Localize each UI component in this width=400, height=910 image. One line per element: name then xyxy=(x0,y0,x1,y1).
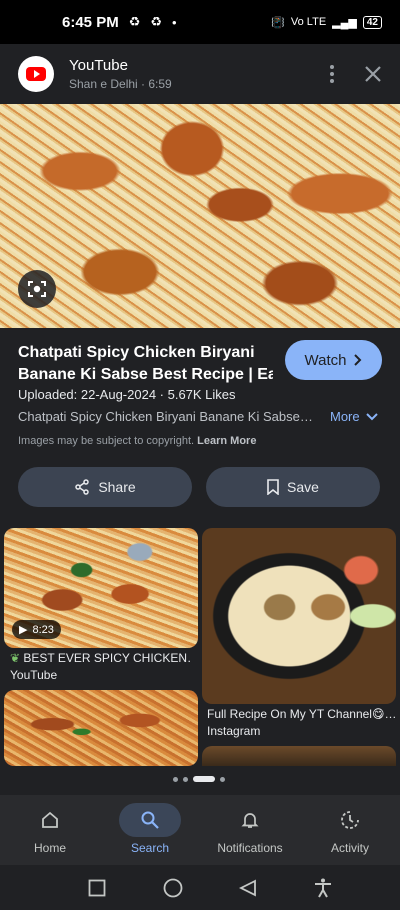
youtube-logo-icon xyxy=(18,56,54,92)
accessibility-icon[interactable] xyxy=(314,878,332,898)
save-button[interactable]: Save xyxy=(206,467,380,507)
home-circle-icon[interactable] xyxy=(163,878,183,898)
result-description: Chatpati Spicy Chicken Biryani Banane Ki… xyxy=(18,409,313,424)
share-icon xyxy=(75,479,90,495)
nav-home[interactable]: Home xyxy=(0,795,100,865)
battery-icon: 42 xyxy=(362,15,382,29)
result-title-line1[interactable]: Chatpati Spicy Chicken Biryani xyxy=(18,342,273,364)
source-title: YouTube xyxy=(69,57,128,74)
bottom-nav: Home Search Notifications Activity xyxy=(0,795,400,865)
copyright-notice: Images may be subject to copyright. Lear… xyxy=(18,435,257,447)
recents-icon[interactable] xyxy=(88,879,106,897)
status-time: 6:45 PM xyxy=(62,13,119,31)
learn-more-link[interactable]: Learn More xyxy=(197,435,256,447)
dot-icon: • xyxy=(172,14,177,30)
bookmark-icon xyxy=(267,479,279,495)
related-source-2: Instagram xyxy=(207,724,261,738)
more-button[interactable]: More xyxy=(330,409,378,424)
related-source-1: YouTube xyxy=(10,668,58,682)
related-image-2[interactable] xyxy=(202,528,396,704)
share-label: Share xyxy=(98,479,136,495)
related-caption-1[interactable]: ❦ BEST EVER SPICY CHICKEN… xyxy=(10,651,190,665)
page-indicator xyxy=(173,776,225,782)
network-label: Vo LTE xyxy=(290,16,327,28)
watch-button[interactable]: Watch xyxy=(285,340,382,380)
source-header: YouTube Shan e Delhi · 6:59 xyxy=(0,44,400,104)
chevron-down-icon xyxy=(365,412,378,420)
play-icon: ▶ xyxy=(19,624,28,636)
lens-button[interactable] xyxy=(18,270,56,308)
related-image-4[interactable] xyxy=(202,746,396,766)
status-bar: 6:45 PM ♻ ♻ • 📳 Vo LTE ▂▄▆ 42 xyxy=(0,0,400,44)
signal-icon: ▂▄▆ xyxy=(332,16,357,29)
search-icon xyxy=(141,811,159,829)
home-icon xyxy=(42,811,58,828)
related-caption-2[interactable]: Full Recipe On My YT Channel😋… xyxy=(207,707,397,721)
result-meta: Uploaded: 22-Aug-2024 · 5.67K Likes xyxy=(18,387,236,402)
related-image-3[interactable] xyxy=(4,690,198,766)
result-title-line2[interactable]: Banane Ki Sabse Best Recipe | Eas… xyxy=(18,364,273,386)
chevron-right-icon xyxy=(354,354,362,366)
nav-search[interactable]: Search xyxy=(100,795,200,865)
close-icon[interactable] xyxy=(364,65,382,83)
sync-icon: ♻ xyxy=(150,14,163,29)
video-duration-badge: ▶ 8:23 xyxy=(12,620,61,639)
vibrate-icon: 📳 xyxy=(271,16,285,29)
main-image[interactable] xyxy=(0,104,400,328)
watch-label: Watch xyxy=(304,351,347,369)
lens-icon xyxy=(28,281,46,297)
source-subtitle: Shan e Delhi · 6:59 xyxy=(69,77,172,91)
nav-notifications[interactable]: Notifications xyxy=(200,795,300,865)
system-nav-bar xyxy=(0,865,400,910)
sync-icon: ♻ xyxy=(128,14,141,29)
more-options-icon[interactable] xyxy=(330,65,334,83)
bell-icon xyxy=(241,813,259,828)
back-icon[interactable] xyxy=(239,879,257,897)
save-label: Save xyxy=(287,479,319,495)
more-label: More xyxy=(330,409,360,424)
share-button[interactable]: Share xyxy=(18,467,192,507)
activity-icon xyxy=(341,811,359,829)
leaf-icon: ❦ xyxy=(10,651,21,665)
nav-activity[interactable]: Activity xyxy=(300,795,400,865)
